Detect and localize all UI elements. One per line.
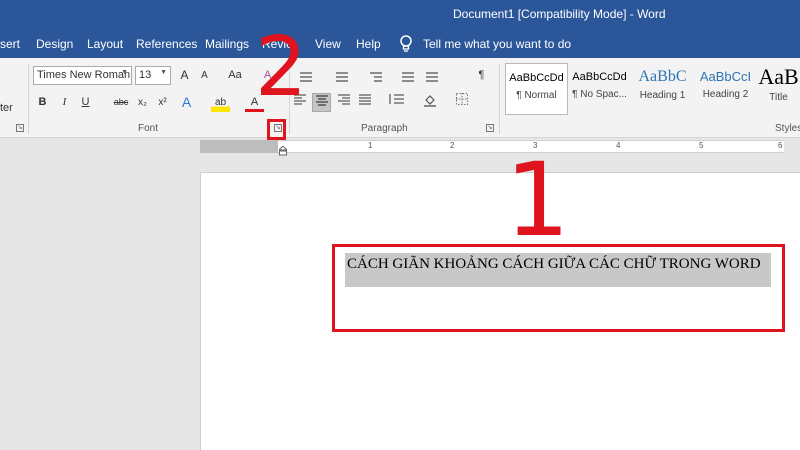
tell-me-search[interactable]: Tell me what you want to do [423, 37, 571, 51]
font-group-label: Font [138, 123, 159, 134]
justify-button[interactable] [355, 93, 374, 112]
horizontal-ruler[interactable]: 1 1 2 3 4 5 6 [200, 140, 784, 153]
superscript-button[interactable]: x² [153, 93, 172, 112]
ruler-number: 5 [699, 141, 704, 150]
window-title: Document1 [Compatibility Mode] - Word [453, 7, 666, 21]
line-spacing-icon [389, 94, 404, 104]
paragraph-group-label: Paragraph [361, 123, 408, 134]
clipboard-dialog-launcher-icon[interactable]: ↘ [16, 124, 24, 132]
justify-icon [358, 94, 371, 105]
text-effects-button[interactable]: A [177, 93, 196, 112]
grow-font-button[interactable]: A [175, 66, 194, 85]
align-right-icon [337, 94, 350, 105]
paragraph-list-buttons[interactable] [292, 69, 472, 85]
title-bar: Document1 [Compatibility Mode] - Word [0, 0, 800, 30]
ruler-number: 4 [616, 141, 621, 150]
paint-bucket-icon [423, 95, 436, 107]
line-spacing-button[interactable] [383, 93, 409, 112]
step2-highlight-box [267, 119, 286, 140]
show-marks-button[interactable]: ¶ [472, 66, 491, 85]
borders-icon [455, 93, 468, 105]
ribbon-tabs: sert Design Layout References Mailings R… [0, 30, 800, 58]
underline-button[interactable]: U [76, 93, 95, 112]
chevron-down-icon: ▼ [160, 69, 167, 76]
bold-button[interactable]: B [33, 93, 52, 112]
tab-help[interactable]: Help [356, 37, 381, 51]
ruler-number: 1 [368, 141, 373, 150]
style-heading-2[interactable]: AaBbCcI Heading 2 [694, 63, 757, 115]
align-center-button[interactable] [312, 93, 331, 112]
tab-insert[interactable]: sert [0, 37, 20, 51]
shrink-font-button[interactable]: A [195, 66, 214, 85]
style-no-spacing[interactable]: AaBbCcDd ¶ No Spac... [568, 63, 631, 115]
tab-references[interactable]: References [136, 37, 197, 51]
style-normal[interactable]: AaBbCcDd ¶ Normal [505, 63, 568, 115]
shading-button[interactable] [420, 93, 439, 112]
style-heading-1[interactable]: AaBbC Heading 1 [631, 63, 694, 115]
tab-design[interactable]: Design [36, 37, 73, 51]
align-center-icon [315, 95, 328, 106]
borders-button[interactable] [452, 93, 471, 112]
font-size-combo[interactable]: 13 ▼ [135, 66, 171, 85]
workspace-margin [0, 139, 200, 450]
styles-gallery: AaBbCcDd ¶ Normal AaBbCcDd ¶ No Spac... … [505, 63, 800, 117]
home-ribbon: ter ↘ Times New Roman ▼ 13 ▼ A A Aa A B … [0, 58, 800, 138]
format-painter-label[interactable]: ter [0, 102, 13, 114]
ruler-margin-shade [200, 140, 278, 153]
group-divider [499, 64, 500, 134]
chevron-down-icon: ▼ [121, 69, 128, 76]
group-divider [28, 64, 29, 134]
ruler-number: 6 [778, 141, 783, 150]
change-case-button[interactable]: Aa [222, 66, 248, 85]
paragraph-dialog-launcher-icon[interactable]: ↘ [486, 124, 494, 132]
style-title[interactable]: AaB Title [757, 63, 800, 115]
indent-marker-icon[interactable] [279, 146, 287, 156]
font-name-combo[interactable]: Times New Roman ▼ [33, 66, 132, 85]
tab-mailings[interactable]: Mailings [205, 37, 249, 51]
strikethrough-button[interactable]: abc [110, 93, 132, 112]
font-size-value: 13 [139, 69, 152, 81]
styles-group-label: Styles [775, 123, 800, 134]
italic-button[interactable]: I [55, 93, 74, 112]
tab-layout[interactable]: Layout [87, 37, 123, 51]
step1-number: 1 [505, 141, 570, 260]
ruler-number: 2 [450, 141, 455, 150]
tab-view[interactable]: View [315, 37, 341, 51]
align-right-button[interactable] [334, 93, 353, 112]
subscript-button[interactable]: x₂ [133, 93, 152, 112]
lightbulb-icon[interactable] [399, 35, 413, 53]
step2-number: 2 [255, 20, 308, 115]
highlight-button[interactable]: ab [211, 93, 230, 112]
font-name-value: Times New Roman [37, 69, 131, 81]
